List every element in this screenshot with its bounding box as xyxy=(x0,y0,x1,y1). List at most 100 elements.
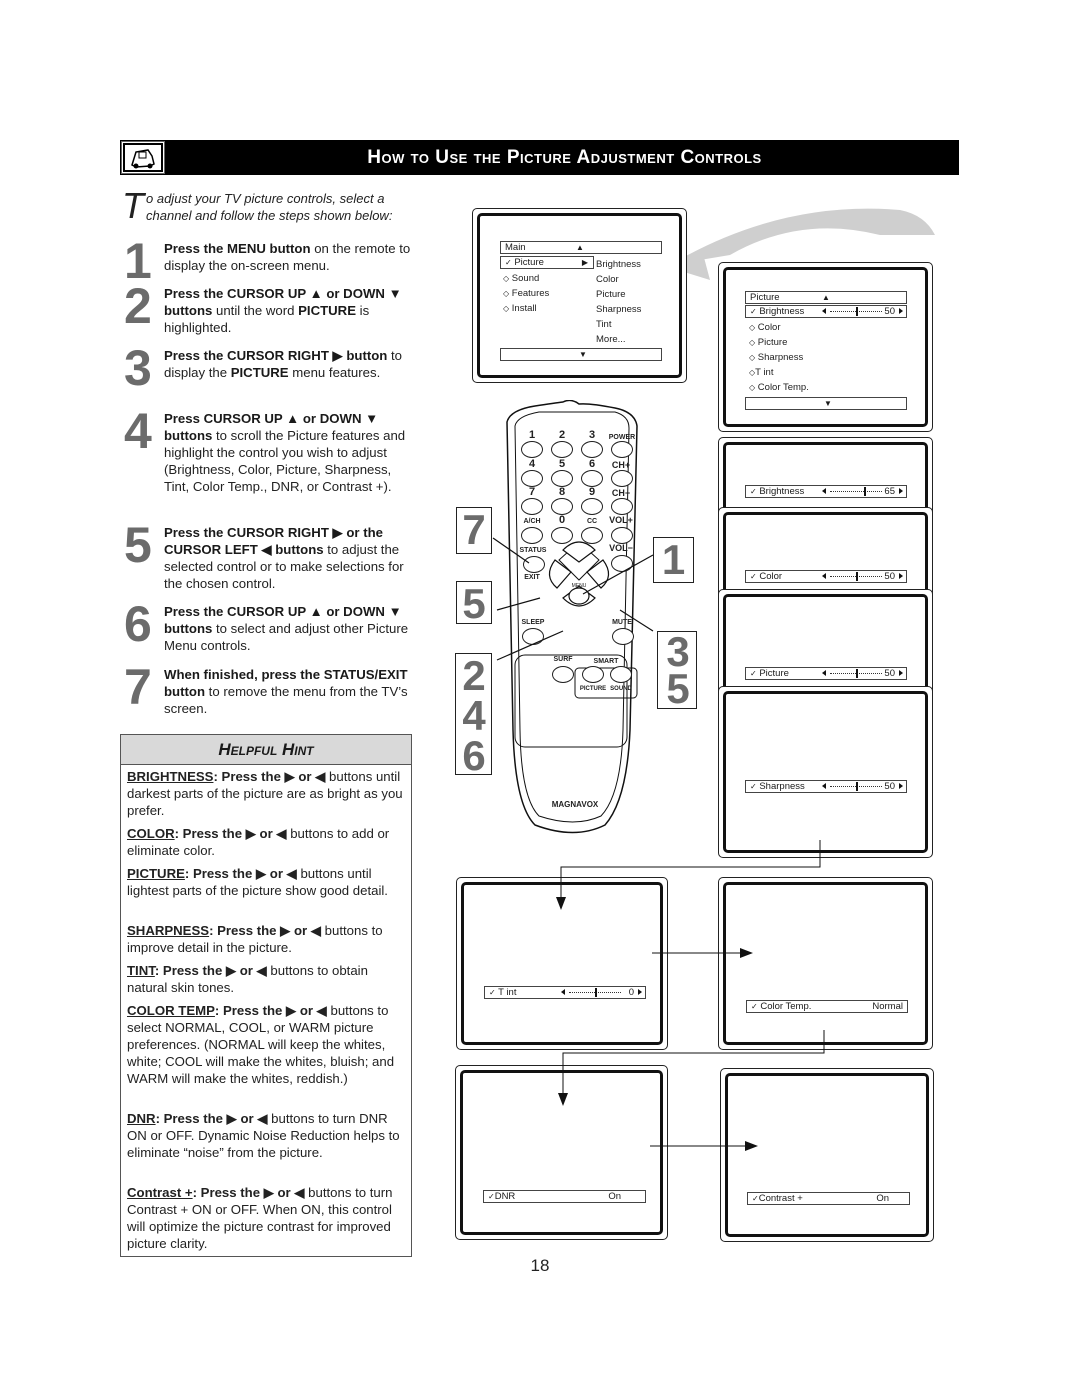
dnr-control[interactable]: ✓DNR On xyxy=(483,1190,646,1203)
step-number: 2 xyxy=(124,278,152,334)
key-2-label: 2 xyxy=(558,429,566,441)
ch-up-label: CH+ xyxy=(611,460,631,470)
right-arrow-icon xyxy=(899,783,903,789)
arrow-down-icon xyxy=(556,897,566,910)
left-arrow-icon xyxy=(822,670,826,676)
connector-sharpness-to-tint xyxy=(560,840,821,897)
slider-thumb[interactable] xyxy=(864,487,866,496)
key-1-label: 1 xyxy=(528,429,536,441)
callout-5: 5 xyxy=(456,581,492,626)
control-value: 50 xyxy=(884,668,895,679)
left-arrow-icon xyxy=(822,573,826,579)
left-arrow-icon xyxy=(822,783,826,789)
hint-brightness: BRIGHTNESS: Press the ▶ or ◀ buttons unt… xyxy=(127,769,403,818)
hint-color-temp: COLOR TEMP: Press the ▶ or ◀ buttons to … xyxy=(127,1003,395,1086)
key-2-button[interactable] xyxy=(551,441,573,458)
down-arrow-icon: ▼ xyxy=(579,350,587,359)
helpful-hint-box: Helpful Hint BRIGHTNESS: Press the ▶ or … xyxy=(120,734,412,1257)
picture-menu-sharpness[interactable]: ◇ Sharpness xyxy=(749,351,803,364)
slider-thumb[interactable] xyxy=(856,669,858,678)
slider-thumb[interactable] xyxy=(856,782,858,791)
down-arrow-icon: ▼ xyxy=(824,399,832,408)
control-label: Sharpness xyxy=(759,781,805,792)
scroll-down-bar: ▼ xyxy=(745,397,907,410)
picture-menu-color-temp[interactable]: ◇ Color Temp. xyxy=(749,381,809,394)
left-arrow-icon xyxy=(822,488,826,494)
step-text: Press the CURSOR UP ▲ or DOWN ▼ buttons … xyxy=(164,604,409,653)
slider-track[interactable] xyxy=(830,572,882,581)
picture-menu-brightness[interactable]: ✓ Brightness 50 xyxy=(745,305,907,318)
callout-3-5: 3 5 xyxy=(657,631,697,712)
callout-4: 4 xyxy=(462,692,486,739)
menu-item-install[interactable]: ◇ Install xyxy=(503,302,537,315)
hint-title: Helpful Hint xyxy=(121,735,411,765)
menu-item-features[interactable]: ◇ Features xyxy=(503,287,549,300)
picture-menu-tint[interactable]: ◇T int xyxy=(749,366,773,379)
contrast-control[interactable]: ✓Contrast + On xyxy=(747,1192,910,1205)
key-6-button[interactable] xyxy=(581,470,603,487)
tv-screen-color: ✓ Color 50 xyxy=(718,507,933,602)
hint-color: COLOR: Press the ▶ or ◀ buttons to add o… xyxy=(127,826,390,858)
menu-item-picture[interactable]: ✓ Picture ▶ xyxy=(500,256,594,269)
step-text: Press the CURSOR RIGHT ▶ button to displ… xyxy=(164,348,403,380)
submenu-sharpness: Sharpness xyxy=(596,304,642,315)
step-text: Press the CURSOR UP ▲ or DOWN ▼ buttons … xyxy=(164,286,402,335)
callout-7: 7 xyxy=(456,507,492,554)
slider-track[interactable] xyxy=(830,782,882,791)
sharpness-control[interactable]: ✓ Sharpness 50 xyxy=(745,780,907,793)
key-9-label: 9 xyxy=(588,486,596,498)
right-arrow-icon xyxy=(899,488,903,494)
step-number: 7 xyxy=(124,659,152,715)
callout-2: 2 xyxy=(462,652,486,699)
right-arrow-icon: ▶ xyxy=(581,258,588,267)
submenu-color: Color xyxy=(596,274,619,285)
callout-5b: 5 xyxy=(666,665,690,712)
callout-6: 6 xyxy=(462,732,486,779)
check-icon: ✓ xyxy=(750,487,757,496)
power-button[interactable] xyxy=(611,441,633,458)
check-icon: ✓ xyxy=(750,669,757,678)
key-1-button[interactable] xyxy=(521,441,543,458)
submenu-tint: Tint xyxy=(596,319,612,330)
tv-screen-sharpness: ✓ Sharpness 50 xyxy=(718,686,933,858)
arrow-down-icon xyxy=(558,1093,568,1106)
step-number: 3 xyxy=(124,340,152,396)
intro-body: o adjust your TV picture controls, selec… xyxy=(146,191,393,223)
hint-picture: PICTURE: Press the ▶ or ◀ buttons until … xyxy=(127,866,388,898)
key-5-label: 5 xyxy=(558,458,566,470)
submenu-more: More... xyxy=(596,334,626,345)
dropcap: T xyxy=(122,185,144,226)
key-3-label: 3 xyxy=(588,429,596,441)
hint-sharpness: SHARPNESS: Press the ▶ or ◀ buttons to i… xyxy=(127,923,383,955)
flow-arrows xyxy=(556,840,825,1151)
color-control[interactable]: ✓ Color 50 xyxy=(745,570,907,583)
slider-thumb[interactable] xyxy=(856,572,858,581)
ch-up-button[interactable] xyxy=(611,470,633,487)
menu-item-sound[interactable]: ◇ Sound xyxy=(503,272,539,285)
up-arrow-icon: ▲ xyxy=(822,293,830,302)
picture-menu-picture[interactable]: ◇ Picture xyxy=(749,336,787,349)
check-icon: ✓ xyxy=(750,782,757,791)
key-8-label: 8 xyxy=(558,486,566,498)
up-arrow-icon: ▲ xyxy=(576,243,584,252)
arrow-right-icon xyxy=(745,1141,758,1151)
brand-label: MAGNAVOX xyxy=(551,800,599,809)
picture-control[interactable]: ✓ Picture 50 xyxy=(745,667,907,680)
picture-menu-color[interactable]: ◇ Color xyxy=(749,321,781,334)
step-number: 5 xyxy=(124,517,152,573)
slider-track[interactable] xyxy=(830,487,882,496)
key-5-button[interactable] xyxy=(551,470,573,487)
scroll-down-bar: ▼ xyxy=(500,348,662,361)
intro-text: To adjust your TV picture controls, sele… xyxy=(122,185,422,226)
hint-tint: TINT: Press the ▶ or ◀ buttons to obtain… xyxy=(127,963,368,995)
step-text: Press the MENU button on the remote to d… xyxy=(164,241,411,273)
key-4-button[interactable] xyxy=(521,470,543,487)
key-3-button[interactable] xyxy=(581,441,603,458)
callout-2-4-6: 2 4 6 xyxy=(455,652,492,779)
slider-track[interactable] xyxy=(830,669,882,678)
hint-dnr: DNR: Press the ▶ or ◀ buttons to turn DN… xyxy=(127,1111,400,1160)
callout-1: 1 xyxy=(653,537,694,583)
brightness-control[interactable]: ✓ Brightness 65 xyxy=(745,485,907,498)
submenu-brightness: Brightness xyxy=(596,259,641,270)
step-text: Press CURSOR UP ▲ or DOWN ▼ buttons to s… xyxy=(164,411,406,494)
